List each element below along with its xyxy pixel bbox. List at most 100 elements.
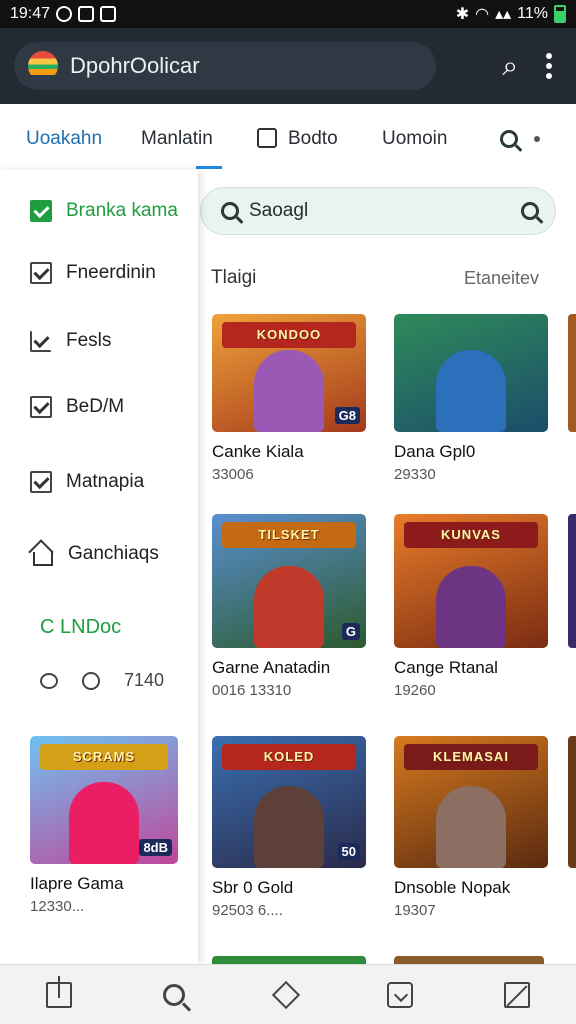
chat-bubble-icon[interactable] [40,672,58,689]
game-subtitle: 0016 13310 [212,682,292,699]
document-icon[interactable] [45,975,72,1008]
game-tag: G [341,623,360,640]
game-title: Ilapre Gama [30,874,124,893]
game-thumbnail: SCRAMS 8dB [30,736,178,864]
game-banner: TILSKET [222,522,356,548]
game-character [436,566,506,648]
drawer-item-fneerdinin[interactable]: Fneerdinin [30,262,156,284]
game-thumbnail: KONDOO G8 [212,314,366,432]
drawer-heading: C LNDoc [40,616,122,638]
peek-card[interactable] [568,514,576,648]
peek-card[interactable] [568,314,576,432]
game-banner: KONDOO [222,322,356,348]
content-search-bar[interactable]: Saoagl [200,187,556,235]
game-tag: 8dB [139,839,172,856]
app-search-bar[interactable]: DpohrOolicar [14,42,436,90]
game-thumbnail [394,314,548,432]
game-card[interactable]: KUNVAS Cange Rtanal 19260 [394,514,550,699]
tab-search-icon[interactable] [500,130,518,148]
game-card[interactable]: TILSKET G Garne Anatadin 0016 13310 [212,514,368,699]
game-title: Cange Rtanal [394,658,498,677]
game-character [69,782,139,864]
drawer-item-branka-kama[interactable]: Branka kama [30,200,178,222]
drawer-item-ganchiaqs[interactable]: Ganchiaqs [30,542,159,566]
game-title: Dnsoble Nopak [394,878,511,897]
search-icon[interactable] [162,983,185,1006]
edit-check-icon [30,330,52,352]
tab-more-icon[interactable] [534,136,540,142]
square-icon [257,128,277,148]
game-thumbnail: KUNVAS [394,514,548,648]
tab-indicator [196,166,222,169]
battery-icon [554,5,566,23]
search-icon [221,202,239,220]
home-icon [30,542,54,566]
game-title: Garne Anatadin [212,658,331,677]
section-more-link[interactable]: Etaneitev [464,268,539,289]
drawer-item-label: Fesls [66,330,112,351]
game-card[interactable]: KLEMASAI Dnsoble Nopak 19307 [394,736,550,919]
drawer-item-label: Branka kama [66,200,178,221]
drawer-item-label: Ganchiaqs [68,543,159,564]
checkbox-checked-green-icon [30,200,52,222]
notification-icon [56,6,73,22]
game-subtitle: 29330 [394,466,436,483]
game-banner: SCRAMS [40,744,168,770]
tab-bodto[interactable]: Bodto [288,128,338,150]
app-logo-icon [28,51,58,81]
diamond-icon[interactable] [271,980,301,1009]
game-character [254,566,324,648]
drawer-item-bedm[interactable]: BeD/M [30,396,124,418]
game-thumbnail: TILSKET G [212,514,366,648]
game-banner: KUNVAS [404,522,538,548]
status-bar: 19:47 ✱ ◠ ▴▴ 11% [0,0,576,28]
game-title: Dana Gpl0 [394,442,476,461]
game-subtitle: 92503 6.... [212,902,283,919]
game-character [436,786,506,868]
peek-card[interactable] [568,736,576,868]
search-icon[interactable]: ⌕ [502,52,518,80]
game-tag: G8 [334,407,360,424]
drawer-item-label: BeD/M [66,396,125,417]
app-bar: DpohrOolicar ⌕ [0,28,576,104]
game-subtitle: 19260 [394,682,436,699]
game-card[interactable]: KOLED 50 Sbr 0 Gold 92503 6.... [212,736,368,919]
game-banner: KLEMASAI [404,744,538,770]
edit-icon[interactable] [504,981,531,1008]
drawer-item-label: Fneerdinin [66,262,156,283]
search-placeholder: Saoagl [249,200,309,221]
wifi-icon: ◠ [475,6,490,23]
app-screen: 19:47 ✱ ◠ ▴▴ 11% DpohrOolicar ⌕ Uoakahn … [0,0,576,1024]
checkbox-checked-icon [30,262,52,284]
bag-icon[interactable] [387,981,414,1008]
checkbox-checked-icon [30,471,52,493]
game-character [254,786,324,868]
game-card[interactable]: SCRAMS 8dB Ilapre Gama 12330... [30,736,186,915]
game-character [254,350,324,432]
game-subtitle: 33006 [212,466,254,483]
battery-percent: 11% [517,5,548,22]
app-title: DpohrOolicar [70,53,200,78]
bottom-nav [0,964,576,1024]
checkbox-checked-icon [30,396,52,418]
game-subtitle: 19307 [394,902,436,919]
tab-uoakahn[interactable]: Uoakahn [26,128,102,150]
drawer-meta-value: 7140 [124,670,165,690]
drawer-item-fesls[interactable]: Fesls [30,330,111,352]
game-card[interactable]: Dana Gpl0 29330 [394,314,550,483]
photo-icon [78,6,95,22]
tab-manlatin[interactable]: Manlatin [141,128,213,150]
game-banner: KOLED [222,744,356,770]
drawer-item-matnapia[interactable]: Matnapia [30,471,144,493]
game-tag: 50 [337,843,360,860]
more-vert-icon[interactable] [546,53,552,79]
game-thumbnail: KLEMASAI [394,736,548,868]
search-submit-icon[interactable] [521,202,539,220]
tab-uomoin[interactable]: Uomoin [382,128,447,150]
image-icon [100,6,117,22]
coin-icon[interactable] [82,671,100,690]
tab-bar: Uoakahn Manlatin Bodto Uomoin [0,104,576,170]
bluetooth-icon: ✱ [455,6,470,23]
game-title: Canke Kiala [212,442,304,461]
game-card[interactable]: KONDOO G8 Canke Kiala 33006 [212,314,368,483]
